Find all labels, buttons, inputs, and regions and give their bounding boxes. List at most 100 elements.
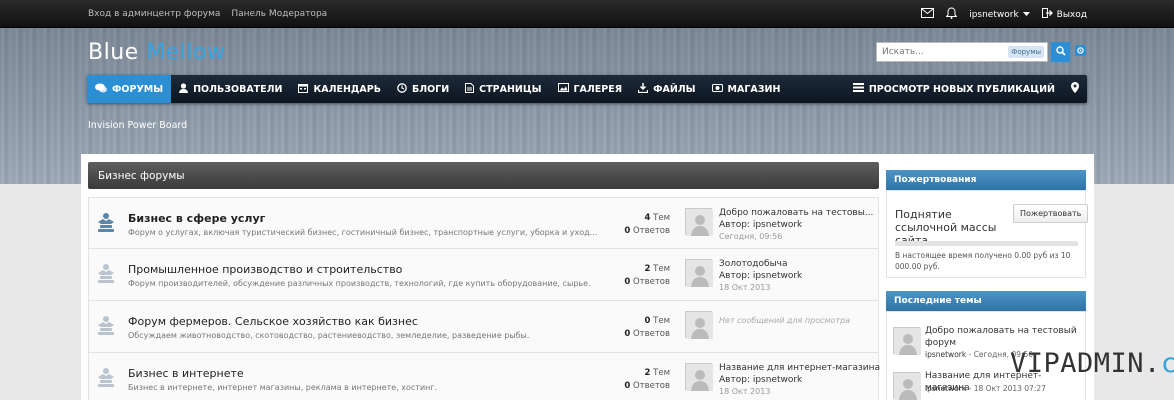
bell-icon[interactable]: [945, 7, 958, 22]
nav-item-7[interactable]: МАГАЗИН: [704, 75, 789, 103]
forum-row: Бизнес в интернете Бизнес в интернете, ин…: [88, 353, 880, 400]
forum-status-icon: [95, 366, 117, 388]
user-menu[interactable]: ipsnetwork: [969, 10, 1030, 20]
reply-count-label: Ответов: [632, 329, 670, 339]
avatar[interactable]: [685, 363, 713, 391]
last-post-author[interactable]: Автор: ipsnetwork: [719, 270, 802, 282]
forum-row: Форум фермеров. Сельское хозяйство как б…: [88, 301, 879, 353]
reply-count-label: Ответов: [632, 226, 670, 236]
search-input[interactable]: [877, 43, 1007, 61]
last-post-date: 18 Окт 2013: [719, 387, 771, 396]
forum-title[interactable]: Бизнес в сфере услуг: [128, 212, 265, 225]
forum-stats: 2 Тем 0 Ответов: [624, 263, 670, 289]
comments-icon: [95, 83, 107, 96]
user-bar: ipsnetwork Выход: [921, 7, 1087, 22]
forum-title[interactable]: Бизнес в интернете: [128, 367, 244, 380]
site-logo[interactable]: Blue Mellow: [88, 40, 225, 65]
view-new-content-link[interactable]: ПРОСМОТР НОВЫХ ПУБЛИКАЦИЙ: [845, 75, 1063, 103]
top-bar: Вход в админцентр форума Панель Модерато…: [0, 0, 1174, 28]
search-options-button[interactable]: [1074, 45, 1086, 59]
nav-item-2[interactable]: КАЛЕНДАРЬ: [290, 75, 388, 103]
location-button[interactable]: [1063, 75, 1087, 103]
reply-count-label: Ответов: [632, 381, 670, 391]
caret-down-icon: [1022, 10, 1030, 20]
moderator-panel-link[interactable]: Панель Модератора: [231, 9, 327, 19]
avatar[interactable]: [685, 311, 713, 339]
forum-description: Форум производителей, обсуждение различн…: [128, 279, 591, 288]
no-posts-text: Нет сообщений для просмотра: [719, 316, 851, 325]
avatar[interactable]: [685, 208, 713, 236]
topic-count: 2: [644, 264, 651, 274]
nav-item-3[interactable]: БЛОГИ: [389, 75, 457, 103]
donation-status-text: В настоящее время получено 0.00 руб из 1…: [895, 251, 1071, 271]
nav-item-label: ФАЙЛЫ: [653, 83, 696, 95]
user-icon: [179, 82, 189, 96]
nav-item-label: ФОРУМЫ: [112, 83, 164, 95]
calendar-icon: [298, 83, 309, 96]
latest-topic-title[interactable]: Добро пожаловать на тестовый форум: [925, 325, 1080, 349]
avatar[interactable]: [685, 259, 713, 287]
logo-text-2: Mellow: [146, 40, 226, 65]
last-post-title[interactable]: Золотодобыча: [719, 258, 802, 270]
logo-text-1: Blue: [88, 40, 139, 65]
forum-list: Бизнес в сфере услуг Форум о услугах, вкл…: [88, 197, 880, 400]
forum-status-icon: [95, 211, 117, 233]
search-scope-badge[interactable]: Форумы: [1008, 46, 1044, 58]
forum-description: Форум о услугах, включая туристический б…: [128, 228, 598, 237]
watermark-text-2: club: [1160, 348, 1174, 379]
forum-title[interactable]: Промышленное производство и строительств…: [128, 263, 402, 276]
nav-item-label: СТРАНИЦЫ: [479, 83, 542, 95]
topic-count-label: Тем: [653, 264, 670, 274]
envelope-icon[interactable]: [921, 8, 935, 21]
reply-count: 0: [624, 277, 631, 287]
donation-progress-bar: [895, 241, 1078, 246]
latest-topic-author[interactable]: ipsnetwork: [925, 384, 966, 393]
reply-count: 0: [624, 381, 631, 391]
forum-row: Промышленное производство и строительств…: [88, 249, 879, 301]
last-post-author[interactable]: Автор: ipsnetwork: [719, 219, 873, 231]
nav-item-5[interactable]: ГАЛЕРЕЯ: [550, 75, 631, 103]
latest-topic-author[interactable]: ipsnetwork: [925, 350, 966, 359]
camera-icon: [711, 83, 723, 95]
nav-item-4[interactable]: СТРАНИЦЫ: [457, 75, 549, 103]
donations-header: Пожертвования: [886, 170, 1086, 190]
watermark-text-1: VIPADMIN.: [1010, 348, 1161, 379]
last-post: Добро пожаловать на тестовы... Автор: ips…: [719, 207, 873, 243]
image-icon: [557, 83, 569, 95]
forum-description: Обсуждаем животноводство, скотоводство, …: [128, 331, 530, 340]
nav-item-0[interactable]: ФОРУМЫ: [87, 75, 172, 103]
donations-widget: Поднятие ссылочной массы сайта Пожертвов…: [886, 190, 1089, 278]
reply-count: 0: [624, 226, 631, 236]
donate-button[interactable]: Пожертвовать: [1013, 204, 1089, 223]
last-post-author[interactable]: Автор: ipsnetwork: [719, 374, 880, 386]
admin-cp-link[interactable]: Вход в админцентр форума: [88, 9, 220, 19]
search-icon: [1055, 45, 1066, 59]
category-header[interactable]: Бизнес форумы: [88, 162, 879, 189]
download-icon: [637, 82, 649, 96]
main-nav: ФОРУМЫ ПОЛЬЗОВАТЕЛИ КАЛЕНДАРЬ БЛОГИ СТРАНИЦЫ…: [87, 75, 1087, 103]
search-button[interactable]: [1051, 42, 1070, 62]
nav-item-label: ПОЛЬЗОВАТЕЛИ: [193, 83, 283, 95]
donations-header-label: Пожертвования: [894, 175, 977, 185]
logout-link[interactable]: Выход: [1041, 8, 1087, 21]
last-post: Золотодобыча Автор: ipsnetwork 18 Окт 2013: [719, 258, 802, 294]
watermark: VIPADMIN.club: [1010, 348, 1174, 379]
forum-status-icon: [95, 314, 117, 336]
nav-item-1[interactable]: ПОЛЬЗОВАТЕЛИ: [171, 75, 290, 103]
nav-item-6[interactable]: ФАЙЛЫ: [630, 75, 703, 103]
avatar[interactable]: [893, 372, 921, 400]
last-post-date: 18 Окт 2013: [719, 283, 771, 292]
forum-stats: 4 Тем 0 Ответов: [624, 212, 670, 238]
last-post: Нет сообщений для просмотра: [719, 310, 850, 327]
gear-icon: [1074, 45, 1086, 59]
page-icon: [465, 82, 475, 96]
top-links: Вход в админцентр форума Панель Модерато…: [88, 9, 335, 19]
latest-topics-header: Последние темы: [886, 291, 1086, 311]
breadcrumb[interactable]: Invision Power Board: [88, 120, 187, 131]
forum-title[interactable]: Форум фермеров. Сельское хозяйство как б…: [128, 315, 418, 328]
search-box: Форумы: [876, 42, 1048, 62]
avatar[interactable]: [893, 327, 921, 355]
last-post-title[interactable]: Название для интернет-магазина: [719, 362, 880, 374]
reply-count: 0: [624, 329, 631, 339]
last-post-title[interactable]: Добро пожаловать на тестовы...: [719, 207, 873, 219]
